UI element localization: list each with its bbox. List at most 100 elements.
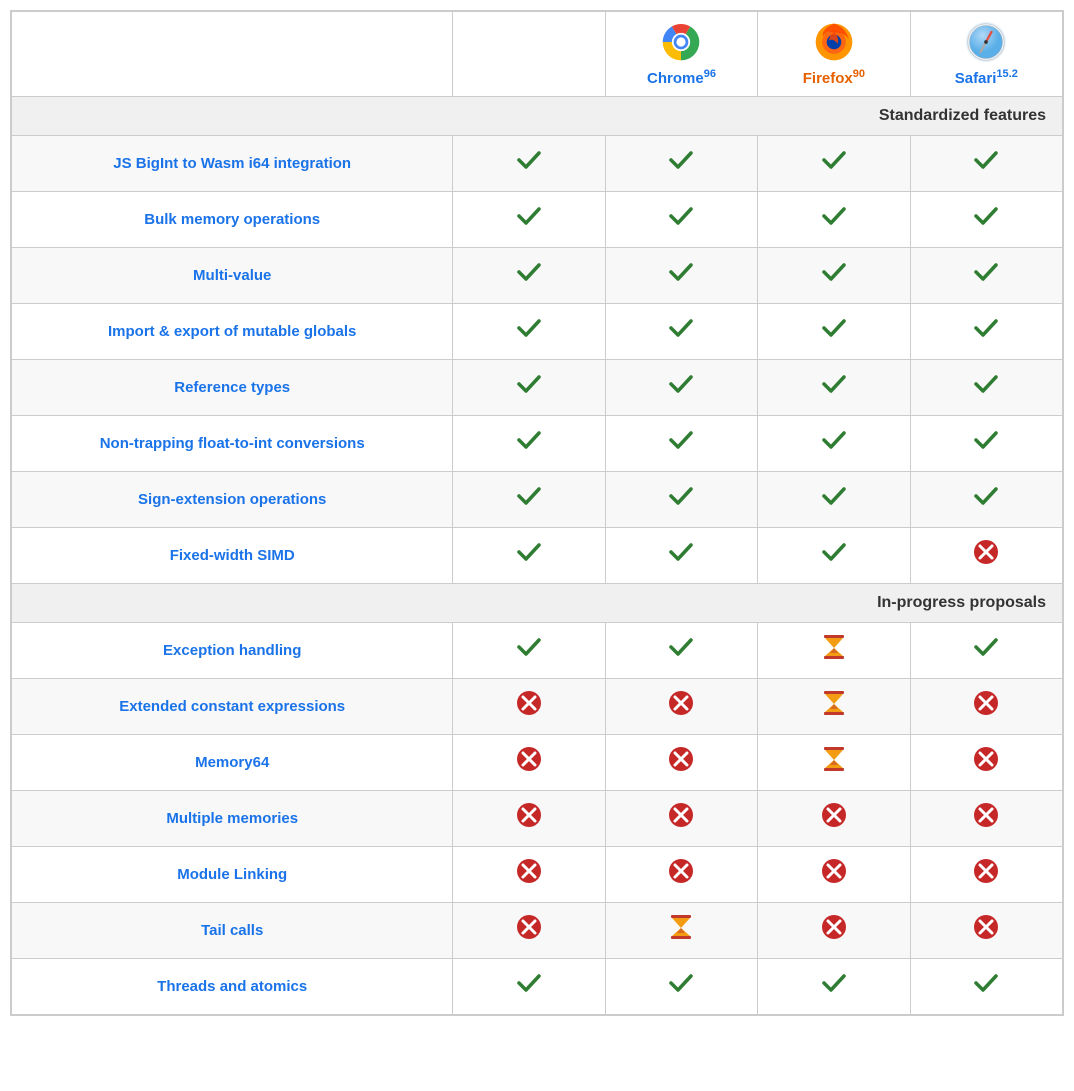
firefox-cell	[758, 416, 910, 472]
check-icon	[972, 314, 1000, 349]
table-row: Multi-value	[12, 248, 1063, 304]
safari-cell	[910, 248, 1062, 304]
chrome-cell	[605, 472, 757, 528]
firefox-cell	[758, 679, 910, 735]
chrome-cell	[605, 847, 757, 903]
table-row: Fixed-width SIMD	[12, 528, 1063, 584]
check-icon	[972, 258, 1000, 293]
check-icon	[972, 426, 1000, 461]
check-icon	[820, 426, 848, 461]
check-icon	[820, 146, 848, 181]
your-browser-cell	[453, 416, 605, 472]
section-title: Standardized features	[12, 97, 1063, 136]
your-browser-cell	[453, 623, 605, 679]
safari-cell	[910, 847, 1062, 903]
check-icon	[667, 969, 695, 1004]
cross-icon	[972, 801, 1000, 836]
table-row: JS BigInt to Wasm i64 integration	[12, 136, 1063, 192]
cross-icon	[515, 689, 543, 724]
firefox-cell	[758, 903, 910, 959]
chrome-icon	[659, 20, 703, 64]
cross-icon	[972, 913, 1000, 948]
feature-name: Fixed-width SIMD	[12, 528, 453, 584]
cross-icon	[667, 745, 695, 780]
your-browser-cell	[453, 136, 605, 192]
check-icon	[667, 370, 695, 405]
table-row: Tail calls	[12, 903, 1063, 959]
safari-cell	[910, 472, 1062, 528]
check-icon	[972, 146, 1000, 181]
firefox-cell	[758, 304, 910, 360]
cross-icon	[515, 745, 543, 780]
firefox-header: Firefox90	[758, 12, 910, 97]
check-icon	[667, 202, 695, 237]
your-browser-cell	[453, 472, 605, 528]
safari-cell	[910, 679, 1062, 735]
cross-icon	[515, 801, 543, 836]
your-browser-cell	[453, 791, 605, 847]
check-icon	[820, 482, 848, 517]
feature-name: Threads and atomics	[12, 959, 453, 1015]
your-browser-cell	[453, 735, 605, 791]
your-browser-cell	[453, 248, 605, 304]
check-icon	[515, 969, 543, 1004]
your-browser-cell	[453, 192, 605, 248]
your-browser-cell	[453, 847, 605, 903]
check-icon	[515, 258, 543, 293]
cross-icon	[972, 857, 1000, 892]
feature-name: Multi-value	[12, 248, 453, 304]
check-icon	[972, 969, 1000, 1004]
check-icon	[820, 538, 848, 573]
feature-name: JS BigInt to Wasm i64 integration	[12, 136, 453, 192]
table-row: Exception handling	[12, 623, 1063, 679]
cross-icon	[820, 801, 848, 836]
safari-cell	[910, 528, 1062, 584]
chrome-label: Chrome96	[647, 70, 716, 87]
table-row: Module Linking	[12, 847, 1063, 903]
feature-name: Exception handling	[12, 623, 453, 679]
check-icon	[820, 314, 848, 349]
check-icon	[667, 482, 695, 517]
compatibility-table: Chrome96 Firefox90	[10, 10, 1064, 1016]
chrome-header: Chrome96	[605, 12, 757, 97]
check-icon	[667, 538, 695, 573]
check-icon	[820, 969, 848, 1004]
feature-name: Import & export of mutable globals	[12, 304, 453, 360]
check-icon	[515, 633, 543, 668]
check-icon	[515, 146, 543, 181]
your-browser-cell	[453, 360, 605, 416]
firefox-cell	[758, 623, 910, 679]
table-row: Threads and atomics	[12, 959, 1063, 1015]
check-icon	[820, 258, 848, 293]
chrome-cell	[605, 959, 757, 1015]
table-row: Multiple memories	[12, 791, 1063, 847]
chrome-cell	[605, 679, 757, 735]
firefox-cell	[758, 735, 910, 791]
safari-cell	[910, 735, 1062, 791]
firefox-cell	[758, 847, 910, 903]
feature-name: Bulk memory operations	[12, 192, 453, 248]
cross-icon	[667, 801, 695, 836]
firefox-cell	[758, 192, 910, 248]
check-icon	[515, 482, 543, 517]
feature-name: Reference types	[12, 360, 453, 416]
feature-name: Tail calls	[12, 903, 453, 959]
your-browser-cell	[453, 528, 605, 584]
hourglass-icon	[820, 633, 848, 668]
chrome-cell	[605, 416, 757, 472]
chrome-cell	[605, 735, 757, 791]
safari-cell	[910, 360, 1062, 416]
table-row: Import & export of mutable globals	[12, 304, 1063, 360]
table-row: Extended constant expressions	[12, 679, 1063, 735]
safari-cell	[910, 304, 1062, 360]
firefox-cell	[758, 959, 910, 1015]
firefox-cell	[758, 528, 910, 584]
check-icon	[515, 426, 543, 461]
your-browser-cell	[453, 903, 605, 959]
check-icon	[667, 633, 695, 668]
table-row: Memory64	[12, 735, 1063, 791]
chrome-cell	[605, 623, 757, 679]
chrome-cell	[605, 360, 757, 416]
cross-icon	[820, 857, 848, 892]
cross-icon	[515, 913, 543, 948]
